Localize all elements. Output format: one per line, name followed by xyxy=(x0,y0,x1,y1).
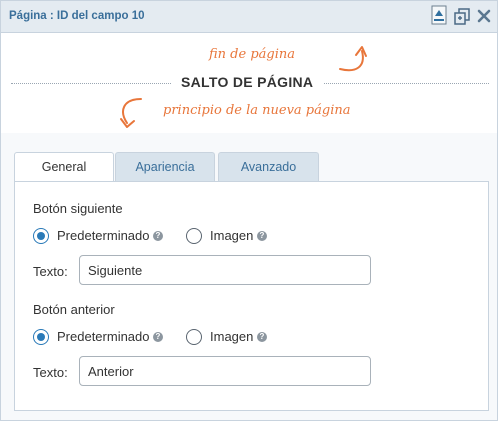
collapse-icon[interactable] xyxy=(431,5,449,25)
prev-image-label[interactable]: Imagen xyxy=(210,329,253,344)
prev-default-label[interactable]: Predeterminado xyxy=(57,329,150,344)
panel-title: Página : ID del campo 10 xyxy=(9,10,145,22)
next-default-label[interactable]: Predeterminado xyxy=(57,228,150,243)
close-icon[interactable] xyxy=(476,7,494,25)
help-icon[interactable]: ? xyxy=(153,332,163,342)
prev-button-section-label: Botón anterior xyxy=(33,302,115,317)
prev-button-text-input[interactable] xyxy=(79,356,371,386)
help-icon[interactable]: ? xyxy=(257,231,267,241)
start-of-new-page-note: principio de la nueva página xyxy=(163,103,351,118)
next-button-text-input[interactable] xyxy=(79,255,371,285)
tab-general[interactable]: General xyxy=(14,152,114,183)
end-of-page-note: fin de página xyxy=(209,47,295,62)
page-break-label: SALTO DE PÁGINA xyxy=(171,74,324,90)
curved-arrow-up-icon xyxy=(336,37,376,80)
page-field-panel: Página : ID del campo 10 fin de página S… xyxy=(0,0,498,421)
tab-advanced[interactable]: Avanzado xyxy=(218,152,319,182)
tab-appearance[interactable]: Apariencia xyxy=(115,152,215,182)
help-icon[interactable]: ? xyxy=(257,332,267,342)
page-break-illustration: fin de página SALTO DE PÁGINA principio … xyxy=(1,33,497,133)
help-icon[interactable]: ? xyxy=(153,231,163,241)
duplicate-icon[interactable] xyxy=(453,7,471,25)
next-default-radio[interactable] xyxy=(33,228,49,244)
general-tab-panel: Botón siguiente Predeterminado ? Imagen … xyxy=(14,181,489,411)
next-text-label: Texto: xyxy=(33,264,68,279)
prev-default-radio[interactable] xyxy=(33,329,49,345)
prev-image-radio[interactable] xyxy=(186,329,202,345)
next-button-section-label: Botón siguiente xyxy=(33,201,123,216)
panel-header[interactable]: Página : ID del campo 10 xyxy=(1,1,497,33)
curved-arrow-down-icon xyxy=(117,95,153,136)
next-image-label[interactable]: Imagen xyxy=(210,228,253,243)
next-image-radio[interactable] xyxy=(186,228,202,244)
prev-text-label: Texto: xyxy=(33,365,68,380)
